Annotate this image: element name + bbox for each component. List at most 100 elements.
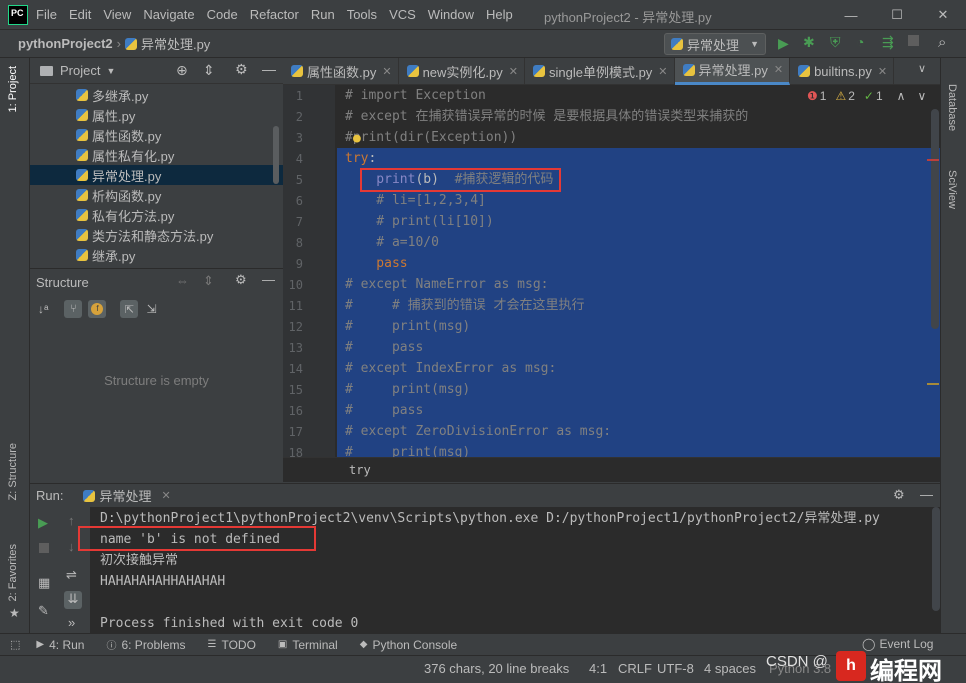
panel-toggle-icon[interactable]: ⬚ [10,638,20,651]
show-fields-icon[interactable]: f [88,300,107,318]
collapse-icon[interactable]: ⇕ [203,62,215,79]
rerun-icon[interactable]: ▶ [38,515,48,531]
inspection-widget[interactable]: ❶1 ⚠ 2 ✓ 1 ∧ ∨ [807,89,926,103]
sort-alpha-icon[interactable]: ↓ᵃ [38,302,48,316]
expand-icon[interactable]: ⇔ [176,273,189,288]
stop-icon[interactable] [39,543,49,553]
chevron-down-icon[interactable]: ∨ [917,89,926,103]
project-file-item[interactable]: 继承.py [30,245,283,265]
code-editor[interactable]: 1 2 3 4 5 6 7 8 9 10 11 12 13 14 15 16 17 18 # import Exc… [283,85,940,457]
line-number: 9 [295,257,303,271]
profile-icon[interactable]: ◔ [856,34,864,50]
project-file-item[interactable]: 析构函数.py [30,185,283,205]
editor-breadcrumb[interactable]: try [349,463,371,477]
pin-icon[interactable]: ✎ [38,603,49,619]
tab-structure[interactable]: Z: Structure [7,443,19,500]
autoscroll-from-source-icon[interactable]: ⇲ [146,302,156,316]
close-tab-icon[interactable]: ✕ [878,65,887,78]
editor-tab[interactable]: single单例模式.py ✕ [525,57,675,85]
hide-icon[interactable]: — [262,61,276,77]
bottom-tab[interactable]: ◆ Python Console [360,638,457,652]
close-tab-icon[interactable]: ✕ [658,65,667,78]
run-tab[interactable]: 异常处理 [99,486,151,505]
minimize-button[interactable]: — [828,8,874,23]
status-indent[interactable]: 4 spaces [704,661,756,676]
gear-icon[interactable]: ⚙ [235,61,248,78]
locate-icon[interactable]: ⊕ [176,62,188,79]
show-inherited-icon[interactable]: ⑂ [64,300,83,318]
build-icon[interactable]: ⇶ [882,34,894,51]
more-icon[interactable]: » [68,615,75,630]
tab-project[interactable]: 1: Project [7,66,19,112]
bottom-tab[interactable]: ▣ Terminal [278,638,338,652]
close-tab-icon[interactable]: ✕ [382,65,391,78]
bottom-tab[interactable]: ⓘ 6: Problems [106,637,185,653]
project-file-item[interactable]: 属性私有化.py [30,145,283,165]
lightbulb-icon[interactable]: ● [353,131,361,146]
editor-scrollbar[interactable] [931,109,939,329]
project-view-selector[interactable]: Project [60,63,100,78]
gear-icon[interactable]: ⚙ [893,487,905,503]
run-config-dropdown[interactable]: 异常处理 ▼ [664,33,766,55]
layout-icon[interactable]: ▦ [38,575,50,591]
hide-icon[interactable]: — [262,272,275,287]
editor-tab[interactable]: 属性函数.py ✕ [283,57,399,85]
menu-view[interactable]: View [103,7,131,22]
tab-favorites[interactable]: 2: Favorites [7,544,19,601]
status-encoding[interactable]: UTF-8 [657,661,694,676]
autoscroll-to-source-icon[interactable]: ⇱ [120,300,139,318]
run-icon[interactable]: ▶ [778,35,789,52]
code-line: #print(dir(Exception)) [345,127,517,148]
close-tab-icon[interactable]: ✕ [161,489,170,502]
breadcrumb-file[interactable]: 异常处理.py [141,34,210,53]
project-file-item[interactable]: 属性.py [30,105,283,125]
tab-sciview[interactable]: SciView [946,170,958,209]
editor-tab[interactable]: 异常处理.py ✕ [674,57,791,85]
hide-icon[interactable]: — [920,487,933,502]
menu-navigate[interactable]: Navigate [143,7,194,22]
editor-tab[interactable]: builtins.py ✕ [790,57,895,85]
menu-code[interactable]: Code [207,7,238,22]
soft-wrap-icon[interactable]: ⇌ [66,567,77,583]
breadcrumb-project[interactable]: pythonProject2 [18,36,113,51]
status-caret-position[interactable]: 4:1 [589,661,607,676]
close-tab-icon[interactable]: ✕ [509,65,518,78]
run-console[interactable]: D:\pythonProject1\pythonProject2\venv\Sc… [78,507,940,633]
close-tab-icon[interactable]: ✕ [774,63,783,76]
menu-window[interactable]: Window [428,7,474,22]
bottom-tab[interactable]: ☰ TODO [208,638,256,652]
coverage-icon[interactable]: ⛨ [830,34,841,51]
tabs-overflow-icon[interactable]: ∨ [918,62,926,75]
bottom-tab[interactable]: ▶ 4: Run [36,638,84,652]
editor-tab[interactable]: new实例化.py ✕ [399,57,525,85]
menu-tools[interactable]: Tools [347,7,377,22]
tab-database[interactable]: Database [946,84,958,131]
project-file-item[interactable]: 类方法和静态方法.py [30,225,283,245]
maximize-button[interactable]: ☐ [874,7,920,23]
menu-refactor[interactable]: Refactor [250,7,299,22]
scroll-to-end-icon[interactable]: ⇊ [64,591,82,609]
console-scrollbar[interactable] [932,507,940,611]
project-file-item[interactable]: 属性函数.py [30,125,283,145]
event-log-button[interactable]: ◯ Event Log [862,637,933,651]
menu-vcs[interactable]: VCS [389,7,416,22]
collapse-icon[interactable]: ⇕ [203,273,214,289]
close-button[interactable]: ✕ [920,7,966,23]
stop-icon[interactable] [908,35,919,46]
up-arrow-icon[interactable]: ↑ [68,513,75,528]
project-file-item[interactable]: 异常处理.py [30,165,283,185]
gear-icon[interactable]: ⚙ [235,272,247,288]
menu-file[interactable]: File [36,7,57,22]
menu-edit[interactable]: Edit [69,7,91,22]
status-line-separator[interactable]: CRLF [618,661,652,676]
down-arrow-icon[interactable]: ↓ [68,539,75,554]
chevron-up-icon[interactable]: ∧ [897,89,906,103]
caret-down-icon[interactable]: ▼ [106,66,115,76]
menu-help[interactable]: Help [486,7,513,22]
project-file-item[interactable]: 多继承.py [30,85,283,105]
project-file-item[interactable]: 私有化方法.py [30,205,283,225]
menu-run[interactable]: Run [311,7,335,22]
debug-icon[interactable]: ✱ [803,34,815,51]
scrollbar[interactable] [273,126,279,184]
search-icon[interactable]: ⌕ [938,34,946,51]
